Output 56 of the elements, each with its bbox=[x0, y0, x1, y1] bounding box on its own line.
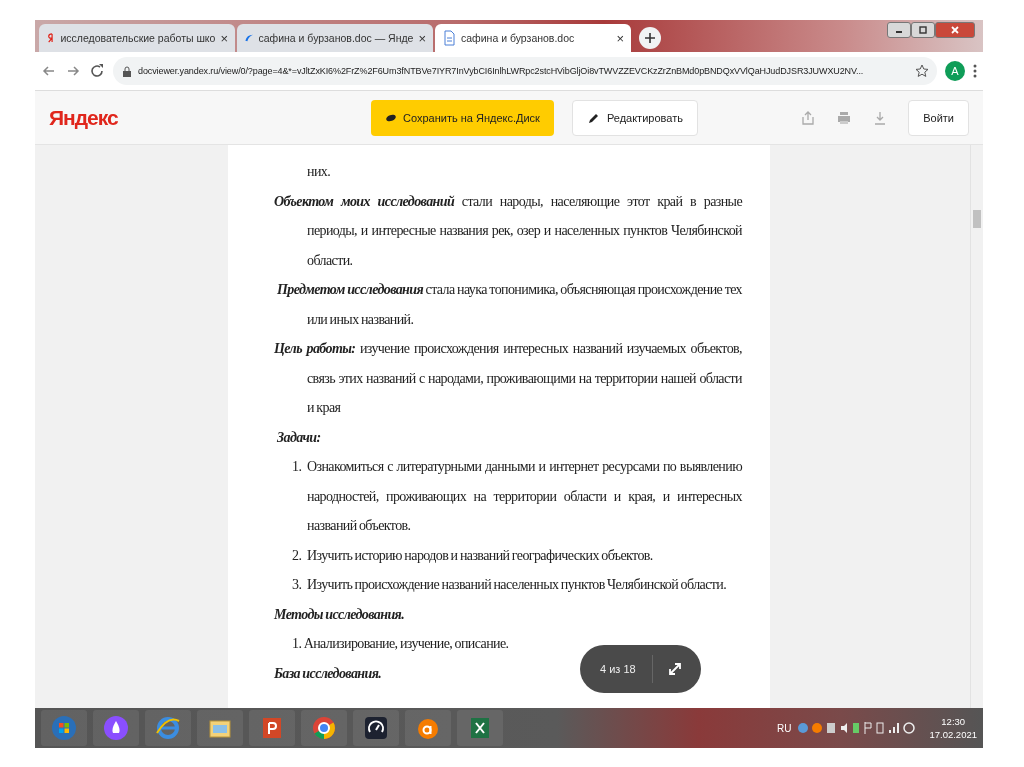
paragraph-text: Предметом исследования стала наука топонимика, объясняющая происхождение тех или иных названий. bbox=[276, 281, 742, 329]
section-heading: Методы исследования. bbox=[274, 605, 405, 624]
login-button[interactable]: Войти bbox=[908, 99, 969, 136]
list-number: 3. bbox=[292, 576, 303, 594]
list-number: 1. bbox=[292, 458, 303, 476]
browser-e-icon bbox=[155, 715, 181, 741]
list-item-text: Ознакомиться с литературными данными и интернет ресурсами по выявлению народностей, проживающих на территории области и края, и интересных названий объектов. bbox=[307, 458, 742, 535]
close-icon[interactable]: × bbox=[616, 30, 624, 46]
address-field[interactable]: docviewer.yandex.ru/view/0/?page=4&*=vJltZxKI6%2FrZ%2F6Um3fNTBVe7IYR7InVybCI6InlhLWRpc2stcHVibGljOi8vTWVZZEVCKzZrZnBMd0pBNDQxVVlQaHJudDJSR3JUWXU2NV... bbox=[113, 57, 937, 85]
start-orb-icon bbox=[51, 715, 77, 741]
close-icon bbox=[950, 25, 960, 35]
profile-avatar[interactable]: A bbox=[945, 61, 965, 81]
section-heading: База исследования. bbox=[274, 664, 382, 683]
close-icon[interactable]: × bbox=[418, 30, 426, 46]
page-counter: 4 из 18 bbox=[580, 655, 653, 683]
browser-tab[interactable]: сафина и бурзанов.doc × bbox=[435, 24, 631, 52]
clock-date[interactable]: 17.02.2021 bbox=[929, 728, 977, 741]
language-indicator[interactable]: RU bbox=[777, 722, 792, 734]
save-button[interactable]: Сохранить на Яндекс.Диск bbox=[371, 99, 554, 136]
share-icon bbox=[800, 109, 817, 126]
reload-icon bbox=[89, 63, 105, 79]
star-icon[interactable] bbox=[915, 64, 929, 78]
browser-tab[interactable]: исследовательские работы шко × bbox=[39, 24, 235, 52]
clock-time[interactable]: 12:30 bbox=[941, 715, 966, 728]
close-icon[interactable]: × bbox=[220, 30, 228, 46]
plus-icon bbox=[643, 31, 657, 45]
print-button[interactable] bbox=[836, 109, 853, 126]
list-item-text: 1. Анализирование, изучение, описание. bbox=[292, 635, 509, 653]
chrome-icon bbox=[311, 715, 337, 741]
maximize-icon bbox=[918, 25, 928, 35]
list-item-text: Изучить происхождение названий населенных пунктов Челябинской области. bbox=[307, 576, 728, 594]
speedometer-icon bbox=[363, 715, 389, 741]
paragraph-text: Цель работы: изучение происхождения интересных названий изучаемых объектов, связь этих названий с народами, проживающими на территории нашей области и края bbox=[274, 340, 742, 417]
maximize-button[interactable] bbox=[911, 22, 935, 38]
taskbar-app-button[interactable] bbox=[93, 710, 139, 746]
taskbar-app-button[interactable] bbox=[353, 710, 399, 746]
document-icon bbox=[442, 30, 456, 46]
scrollbar[interactable] bbox=[970, 145, 983, 708]
lock-icon bbox=[121, 64, 133, 78]
browser-tab[interactable]: сафина и бурзанов.doc — Янде × bbox=[237, 24, 433, 52]
expand-icon bbox=[666, 661, 683, 677]
assistant-icon bbox=[103, 715, 129, 741]
new-tab-button[interactable] bbox=[639, 27, 661, 49]
paragraph-text: Объектом моих исследований стали народы, населяющие этот край в разные периоды, и интересные названия рек, озер и населенных пунктов Челябинской области. bbox=[274, 192, 742, 270]
menu-button[interactable] bbox=[973, 64, 977, 78]
reload-button[interactable] bbox=[89, 63, 105, 79]
logo-text: Яндекс bbox=[49, 105, 119, 130]
list-number: 2. bbox=[292, 546, 303, 565]
paragraph-text: них. bbox=[306, 163, 332, 181]
section-heading: Задачи: bbox=[277, 428, 321, 447]
list-item-text: Изучить историю народов и названий географических объектов. bbox=[307, 546, 654, 565]
edit-button[interactable]: Редактировать bbox=[571, 99, 698, 136]
menu-icon bbox=[973, 64, 977, 78]
minimize-button[interactable] bbox=[887, 22, 911, 38]
print-icon bbox=[836, 109, 853, 126]
close-button[interactable] bbox=[935, 22, 975, 38]
